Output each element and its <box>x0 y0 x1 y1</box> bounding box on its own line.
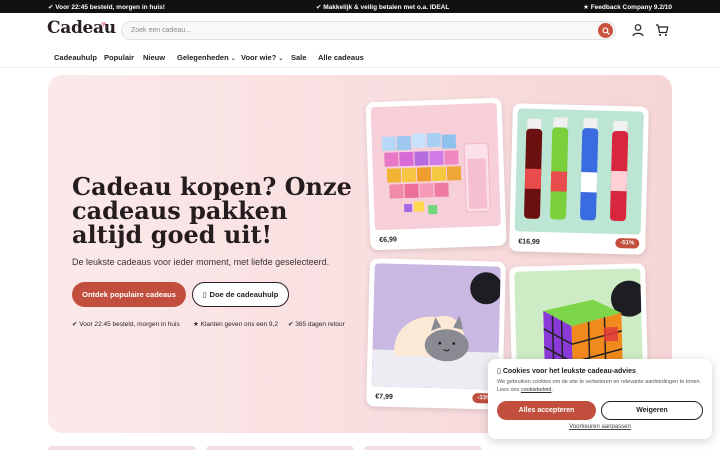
product-price: €7,99 <box>375 393 393 401</box>
nav-item-label: Populair <box>104 53 135 62</box>
search-bar[interactable]: Zoek een cadeau... <box>121 21 616 40</box>
cookie-icon: ▯ <box>497 368 501 375</box>
nav-item-label: Cadeauhulp <box>54 53 97 62</box>
product-card[interactable]: €7,99 -33% <box>366 258 506 410</box>
hero-title: Cadeau kopen? Onze cadeaus pakken altijd… <box>72 172 352 249</box>
announcement-bar: ✔ Voor 22:45 besteld, morgen in huis! ✔ … <box>0 0 720 13</box>
cookie-consent-dialog: ▯ Cookies voor het leukste cadeau-advies… <box>488 359 712 439</box>
product-image <box>371 263 501 390</box>
nav-item-label: Alle cadeaus <box>318 53 364 62</box>
popular-gifts-button[interactable]: Ontdek populaire cadeaus <box>72 282 186 307</box>
chevron-down-icon: ⌄ <box>278 56 284 62</box>
ice-cube-illustration <box>370 102 501 231</box>
chevron-down-icon: ⌄ <box>230 56 236 62</box>
product-price: €16,99 <box>518 238 540 246</box>
button-label: Weigeren <box>636 407 668 414</box>
nav-item-cadeauhulp[interactable]: Cadeauhulp <box>54 53 97 62</box>
gift-help-button[interactable]: ▯ Doe de cadeauhulp <box>192 282 289 307</box>
nav-item-gelegenheden[interactable]: Gelegenheden ⌄ <box>177 53 236 62</box>
cookie-description-end: . <box>551 387 553 393</box>
search-input[interactable]: Zoek een cadeau... <box>131 27 191 34</box>
category-card[interactable] <box>206 446 354 450</box>
nav-item-label: Voor wie? <box>241 53 277 62</box>
search-button[interactable] <box>598 23 613 38</box>
button-label: Doe de cadeauhulp <box>209 290 279 299</box>
announcement-payment: ✔ Makkelijk & veilig betalen met o.a. ID… <box>316 4 450 11</box>
usp-rating: ★ Klanten geven ons een 9,2 <box>193 321 278 328</box>
announcement-delivery: ✔ Voor 22:45 besteld, morgen in huis! <box>48 4 165 11</box>
usp-returns: ✔ 365 dagen retour <box>288 321 345 328</box>
category-card[interactable] <box>364 446 482 450</box>
hero-subtitle: De leukste cadeaus voor ieder moment, me… <box>72 257 330 267</box>
cookie-description: We gebruiken cookies om de site te verbe… <box>497 378 702 394</box>
nav-item-sale[interactable]: Sale <box>291 53 306 62</box>
cookie-policy-link[interactable]: cookiebeleid <box>521 387 552 393</box>
account-icon[interactable] <box>631 23 645 37</box>
product-card[interactable]: €6,99 <box>365 97 507 251</box>
heart-icon: ♥ <box>101 19 107 29</box>
decline-cookies-button[interactable]: Weigeren <box>601 401 703 420</box>
nav-item-label: Gelegenheden <box>177 53 229 62</box>
discount-badge: -51% <box>615 237 640 249</box>
nav-item-alle-cadeaus[interactable]: Alle cadeaus <box>318 53 364 62</box>
product-image <box>514 108 644 235</box>
search-icon <box>601 26 610 35</box>
announcement-reviews[interactable]: ★ Feedback Company 9.2/10 <box>583 3 672 11</box>
main-navigation: Cadeauhulp Populair Nieuw Gelegenheden ⌄ … <box>0 48 720 68</box>
accept-cookies-button[interactable]: Alles accepteren <box>497 401 596 420</box>
cookie-preferences-link[interactable]: Voorkeuren aanpassen <box>488 424 712 430</box>
nav-item-voor-wie[interactable]: Voor wie? ⌄ <box>241 53 283 62</box>
button-label: Alles accepteren <box>518 407 575 414</box>
product-price: €6,99 <box>379 236 397 245</box>
syrup-bottles-illustration <box>514 108 644 235</box>
cookie-title-text: Cookies voor het leukste cadeau-advies <box>502 368 636 375</box>
button-label: Ontdek populaire cadeaus <box>82 290 176 299</box>
gift-icon: ▯ <box>202 291 207 299</box>
usp-delivery: ✔ Voor 22:45 besteld, morgen in huis <box>72 321 180 328</box>
nav-item-nieuw[interactable]: Nieuw <box>143 53 165 62</box>
category-card[interactable] <box>48 446 196 450</box>
product-image <box>370 102 501 231</box>
nav-item-label: Sale <box>291 53 307 62</box>
cat-lamp-illustration <box>371 263 501 390</box>
product-card[interactable]: €16,99 -51% <box>509 103 649 255</box>
nav-item-populair[interactable]: Populair <box>104 53 134 62</box>
cookie-title: ▯ Cookies voor het leukste cadeau-advies <box>497 367 636 375</box>
nav-item-label: Nieuw <box>143 53 166 62</box>
cart-icon[interactable] <box>655 23 669 37</box>
